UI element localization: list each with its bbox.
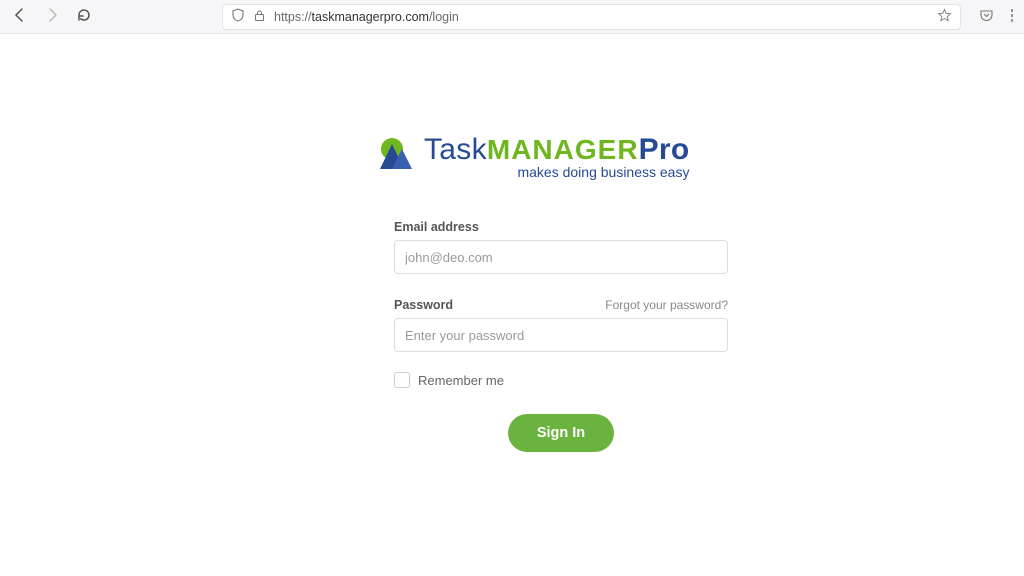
- brand-word-manager: MANAGER: [487, 134, 639, 165]
- login-form: Email address Password Forgot your passw…: [394, 220, 728, 452]
- url-bar[interactable]: https://taskmanagerpro.com/login: [222, 4, 961, 30]
- pocket-icon[interactable]: [979, 8, 994, 26]
- nav-reload-icon[interactable]: [76, 7, 92, 26]
- bookmark-star-icon[interactable]: [937, 8, 952, 26]
- remember-me-checkbox[interactable]: [394, 372, 410, 388]
- email-field-block: Email address: [394, 220, 728, 274]
- remember-me-row: Remember me: [394, 372, 728, 388]
- password-input[interactable]: [394, 318, 728, 352]
- brand-word-task: Task: [424, 133, 487, 166]
- url-text: https://taskmanagerpro.com/login: [274, 10, 929, 24]
- email-label: Email address: [394, 220, 728, 234]
- url-path: /login: [429, 10, 459, 24]
- brand-logo-text: TaskMANAGERPro: [424, 134, 689, 166]
- password-label: Password: [394, 298, 453, 312]
- page-body: TaskMANAGERPro makes doing business easy…: [0, 34, 1024, 576]
- nav-forward-icon[interactable]: [44, 7, 60, 26]
- menu-icon[interactable]: [1010, 8, 1014, 26]
- forgot-password-link[interactable]: Forgot your password?: [605, 298, 728, 312]
- brand-logo-mark-icon: [380, 136, 414, 170]
- lock-icon: [253, 9, 266, 25]
- email-input[interactable]: [394, 240, 728, 274]
- password-field-block: Password Forgot your password?: [394, 298, 728, 352]
- login-container: TaskMANAGERPro makes doing business easy…: [380, 134, 740, 452]
- remember-me-label: Remember me: [418, 373, 504, 388]
- browser-chrome: https://taskmanagerpro.com/login: [0, 0, 1024, 34]
- nav-back-icon[interactable]: [12, 7, 28, 26]
- brand-tagline: makes doing business easy: [424, 164, 689, 180]
- brand-logo: TaskMANAGERPro makes doing business easy: [380, 134, 740, 180]
- url-prefix: https://: [274, 10, 312, 24]
- sign-in-button[interactable]: Sign In: [508, 414, 614, 452]
- shield-icon: [231, 8, 245, 25]
- brand-word-pro: Pro: [639, 133, 690, 166]
- url-domain: taskmanagerpro.com: [312, 10, 429, 24]
